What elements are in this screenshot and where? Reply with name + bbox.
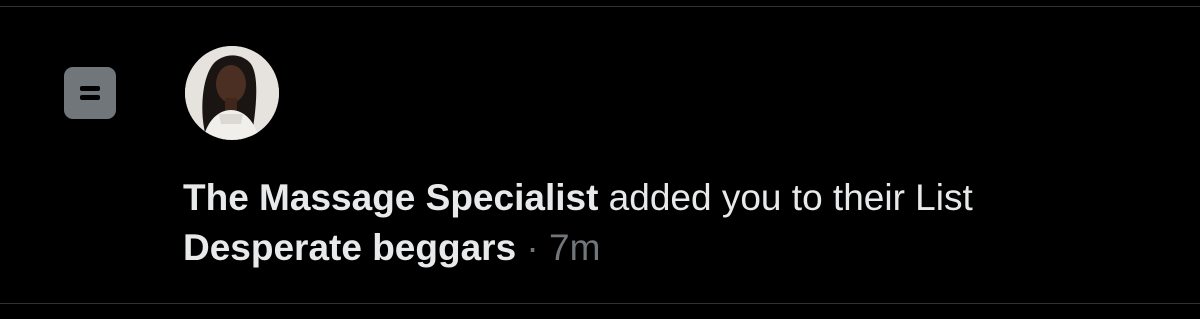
avatar[interactable] — [185, 46, 279, 140]
separator: · — [516, 227, 550, 268]
notification-line-2: Desperate beggars · 7m — [183, 223, 973, 273]
list-icon — [64, 67, 116, 119]
notification-item[interactable]: The Massage Specialist added you to thei… — [0, 6, 1200, 304]
timestamp: 7m — [549, 227, 601, 268]
notification-line-1: The Massage Specialist added you to thei… — [183, 173, 973, 223]
list-name[interactable]: Desperate beggars — [183, 227, 516, 268]
notification-text: The Massage Specialist added you to thei… — [183, 173, 973, 273]
actor-name[interactable]: The Massage Specialist — [183, 177, 598, 218]
action-text: added you to their List — [598, 177, 973, 218]
